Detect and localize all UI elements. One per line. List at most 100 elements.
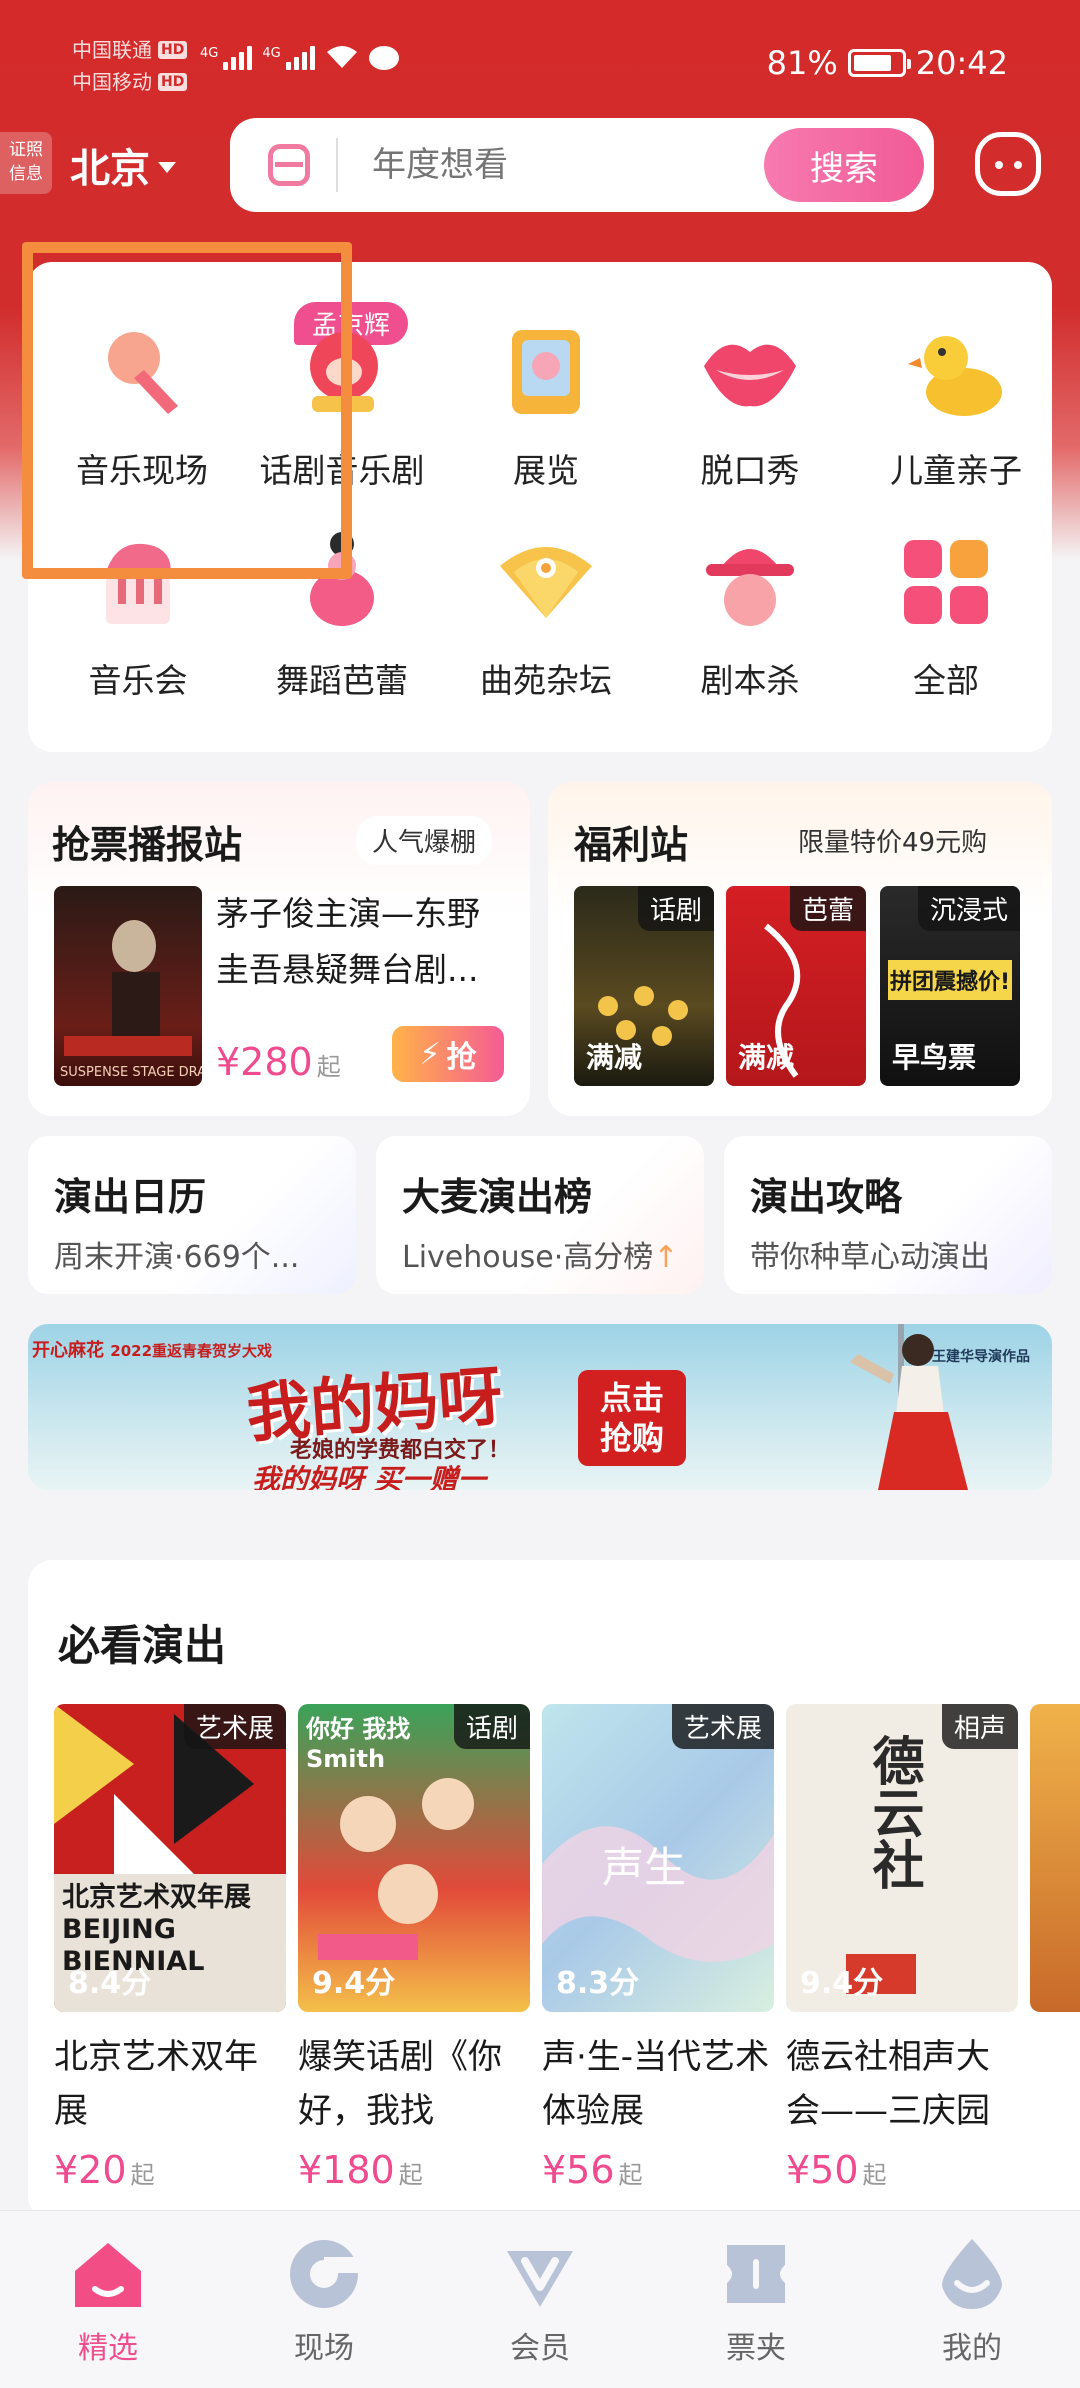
- show-card[interactable]: 北京艺术双年展 BEIJING BIENNIAL 艺术展 8.4分 北京艺术双年…: [54, 1704, 286, 2192]
- show-poster[interactable]: [1030, 1704, 1080, 2012]
- signal-icon: 4G: [262, 46, 315, 70]
- nav-label: 精选: [78, 2331, 138, 2366]
- nav-member[interactable]: 会员: [470, 2237, 610, 2367]
- poster-foot: 早鸟票: [892, 1041, 977, 1074]
- category-label: 脱口秀: [700, 451, 800, 490]
- folding-fan-icon: [496, 532, 596, 632]
- category-dance-ballet[interactable]: 舞蹈芭蕾: [242, 532, 442, 722]
- welfare-poster[interactable]: 话剧 满减: [574, 886, 714, 1086]
- ticket-station-card[interactable]: 抢票播报站 人气爆棚 SUSPENSE STAGE DRAMA 茅子俊主演—东野…: [28, 782, 530, 1116]
- show-poster[interactable]: 北京艺术双年展 BEIJING BIENNIAL 艺术展 8.4分: [54, 1704, 286, 2012]
- show-poster[interactable]: 德云社 相声 9.4分: [786, 1704, 1018, 2012]
- category-concert[interactable]: 音乐会: [38, 532, 238, 722]
- performer-illustration: [850, 1324, 968, 1490]
- category-label: 曲苑杂坛: [480, 661, 612, 700]
- hd-badge: HD: [158, 73, 188, 91]
- show-name: 北京艺术双年展: [54, 2037, 258, 2131]
- scan-icon[interactable]: [268, 144, 310, 186]
- grid-icon: [896, 532, 996, 632]
- banner-brand: 开心麻花 2022重返青春贺岁大戏: [32, 1336, 272, 1362]
- show-poster[interactable]: 你好 我找 Smith 话剧 9.4分: [298, 1704, 530, 2012]
- category-label: 全部: [913, 661, 979, 700]
- welfare-poster[interactable]: 拼团震撼价! 沉浸式 早鸟票: [880, 886, 1020, 1086]
- license-info-button[interactable]: 证照 信息: [0, 132, 52, 194]
- grab-ticket-button[interactable]: ⚡ 抢: [392, 1026, 504, 1082]
- category-murder-mystery[interactable]: 剧本杀: [650, 532, 850, 722]
- ticket-station-title: 抢票播报站: [52, 823, 243, 867]
- show-card[interactable]: 你好 我找 Smith 话剧 9.4分 爆笑话剧《你好，我找Smi... ¥18…: [298, 1704, 530, 2192]
- mini-card-sub-text: Livehouse·高分榜: [402, 1240, 654, 1275]
- poster-foot: 满减: [738, 1041, 795, 1074]
- mini-card-sub: Livehouse·高分榜↑: [402, 1232, 678, 1276]
- carrier-1: 中国联通: [72, 38, 152, 62]
- category-kids-family[interactable]: 儿童亲子: [856, 322, 1056, 512]
- carrier-info: 中国联通 HD 中国移动 HD: [72, 34, 188, 98]
- license-line-1: 证照: [9, 140, 43, 160]
- welfare-poster[interactable]: 芭蕾 满减: [726, 886, 866, 1086]
- cta-line-2: 抢购: [599, 1419, 664, 1457]
- piano-icon: [88, 532, 188, 632]
- nav-home[interactable]: 精选: [38, 2237, 178, 2367]
- clock: 20:42: [915, 44, 1008, 82]
- welfare-card[interactable]: 福利站 限量特价49元购 话剧 满减 芭蕾 满减 拼团震撼价! 沉浸式 早鸟票: [548, 782, 1052, 1116]
- poster-title-text: 你好 我找 Smith: [306, 1715, 411, 1773]
- show-name: 爆笑话剧《你好，我找Smi...: [298, 2037, 502, 2131]
- poster-title-text: 声生: [602, 1843, 687, 1892]
- category-folk-arts[interactable]: 曲苑杂坛: [446, 532, 646, 722]
- show-poster[interactable]: SUSPENSE STAGE DRAMA: [54, 886, 202, 1086]
- status-bar: 中国联通 HD 中国移动 HD 4G 4G 81% 20:42: [0, 0, 1080, 120]
- banner-buy-button[interactable]: 点击 抢购: [578, 1370, 686, 1466]
- category-talk-show[interactable]: 脱口秀: [650, 322, 850, 512]
- price-value: ¥180: [298, 2148, 395, 2192]
- home-icon: [71, 2237, 145, 2311]
- category-label: 话剧音乐剧: [259, 451, 425, 490]
- poster-tag: 话剧: [637, 886, 714, 931]
- nav-profile[interactable]: 我的: [902, 2237, 1042, 2367]
- price-suffix: 起: [862, 2161, 887, 2189]
- show-card-peek[interactable]: [1030, 1704, 1080, 2012]
- show-price: ¥280 起: [216, 1040, 341, 1084]
- show-poster[interactable]: 声生 艺术展 8.3分: [542, 1704, 774, 2012]
- price-suffix: 起: [130, 2161, 155, 2189]
- show-name: 声·生-当代艺术体验展: [542, 2037, 770, 2131]
- show-card[interactable]: 德云社 相声 9.4分 德云社相声大会——三庆园 ¥50 起: [786, 1704, 1018, 2192]
- signal-icon: 4G: [200, 46, 253, 70]
- signal-indicators: 4G 4G: [200, 44, 399, 70]
- search-button[interactable]: 搜索: [764, 128, 924, 202]
- category-all[interactable]: 全部: [846, 532, 1046, 722]
- show-calendar-card[interactable]: 演出日历 周末开演·669个...: [28, 1136, 356, 1294]
- network-type: 4G: [262, 46, 281, 61]
- show-card[interactable]: 声生 艺术展 8.3分 声·生-当代艺术体验展 ¥56 起: [542, 1704, 774, 2192]
- mini-card-title: 大麦演出榜: [402, 1175, 593, 1219]
- theater-mask-icon: [292, 322, 392, 422]
- promo-banner[interactable]: 开心麻花 2022重返青春贺岁大戏 我的妈呀 老娘的学费都白交了！ 我的妈呀 买…: [28, 1324, 1052, 1490]
- nav-live[interactable]: 现场: [254, 2237, 394, 2367]
- ticket-station-tag: 人气爆棚: [356, 816, 493, 865]
- welfare-title: 福利站: [574, 823, 689, 867]
- nav-tickets[interactable]: 票夹: [686, 2237, 826, 2367]
- poster-tag: 沉浸式: [917, 886, 1020, 931]
- mini-card-sub: 带你种草心动演出: [750, 1240, 990, 1275]
- search-input[interactable]: [372, 145, 732, 185]
- city-selector[interactable]: 北京: [70, 136, 176, 194]
- grab-label: 抢: [446, 1040, 477, 1075]
- category-exhibition[interactable]: 展览: [446, 322, 646, 512]
- battery-percent: 81%: [766, 44, 838, 82]
- customer-service-icon[interactable]: [975, 132, 1041, 196]
- bottom-nav: 精选 现场 会员 票夹 我的: [0, 2210, 1080, 2388]
- license-line-2: 信息: [9, 164, 43, 184]
- damai-ranking-card[interactable]: 大麦演出榜 Livehouse·高分榜↑: [376, 1136, 704, 1294]
- search-bar[interactable]: 搜索: [230, 118, 934, 212]
- welfare-tag: 限量特价49元购: [798, 828, 988, 858]
- mini-card-title: 演出攻略: [750, 1175, 903, 1219]
- show-guide-card[interactable]: 演出攻略 带你种草心动演出: [724, 1136, 1052, 1294]
- category-music-live[interactable]: 音乐现场: [42, 322, 242, 512]
- price-value: ¥20: [54, 2148, 127, 2192]
- show-score: 9.4分: [312, 1966, 396, 2001]
- brand-sub: 2022重返青春贺岁大戏: [110, 1342, 273, 1360]
- network-type: 4G: [200, 46, 219, 61]
- show-name: 德云社相声大会——三庆园: [786, 2037, 990, 2131]
- category-drama-musical[interactable]: 话剧音乐剧: [242, 322, 442, 512]
- price-suffix: 起: [618, 2161, 643, 2189]
- chevron-down-icon: [158, 161, 176, 173]
